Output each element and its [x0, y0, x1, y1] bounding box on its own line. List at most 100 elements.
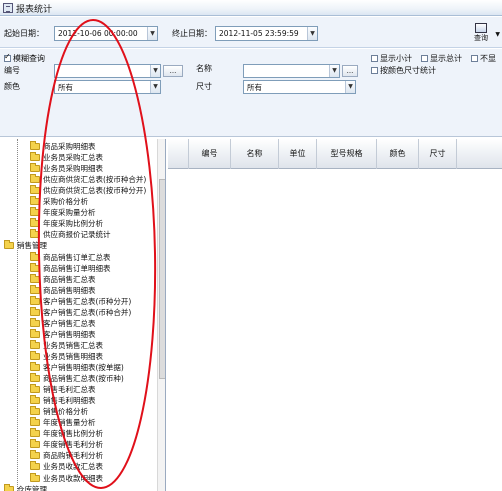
tree-item[interactable]: 供应商供货汇总表(按币种合并) [30, 174, 146, 185]
tree-item[interactable]: 商品购销毛利分析 [30, 450, 103, 461]
folder-icon [30, 417, 40, 427]
code-browse-button[interactable]: ... [163, 65, 183, 77]
tree-item-label: 商品销售明细表 [43, 285, 96, 295]
tree-item[interactable]: 业务员销售汇总表 [30, 339, 103, 351]
tree-item[interactable]: 年度销售毛利分析 [30, 439, 103, 450]
tree-item[interactable]: 客户销售汇总表 [30, 317, 96, 329]
column-header-name[interactable]: 名称 [231, 139, 279, 169]
show-total-option[interactable]: 显示总计 [421, 53, 462, 64]
name-label: 名称 [196, 64, 212, 73]
tree-item[interactable]: 客户销售明细表 [30, 328, 96, 340]
scrollbar-thumb[interactable] [159, 179, 165, 379]
tree-item[interactable]: 业务员采购明细表 [30, 163, 103, 174]
folder-icon [4, 483, 14, 491]
title-bar: 报表统计 [0, 0, 502, 16]
folder-icon [30, 207, 40, 217]
tree-item[interactable]: 商品采购明细表 [30, 141, 96, 152]
report-grid: 编号 名称 单位 型号规格 颜色 尺寸 [168, 139, 502, 491]
hide-option[interactable]: 不显 [471, 53, 496, 64]
tree-group[interactable]: 销售管理 [4, 240, 47, 251]
start-date-picker[interactable]: 2012-10-06 00:00:00 ▼ [54, 26, 158, 41]
tree-item[interactable]: 年度采购量分析 [30, 207, 96, 218]
by-color-size-checkbox[interactable] [371, 67, 378, 74]
show-total-checkbox[interactable] [421, 55, 428, 62]
fuzzy-search-checkbox[interactable] [4, 52, 11, 62]
tree-item-label: 销售价格分析 [43, 407, 88, 417]
tree-item-label: 年度采购量分析 [43, 208, 96, 218]
folder-icon [30, 163, 40, 173]
tree-item[interactable]: 年度销售比例分析 [30, 428, 103, 439]
tree-item[interactable]: 客户销售汇总表(币种合并) [30, 306, 131, 318]
tree-item-label: 商品销售订单明细表 [43, 263, 111, 273]
tree-item-label: 供应商供货汇总表(按币种分开) [43, 186, 147, 196]
query-button[interactable]: 查询 ▼ [466, 23, 500, 46]
folder-icon [30, 284, 40, 294]
tree-group[interactable]: 仓库管理 [4, 483, 47, 491]
tree-item-label: 商品销售汇总表 [43, 274, 96, 284]
tree-item[interactable]: 业务员销售明细表 [30, 350, 103, 362]
tree-item[interactable]: 商品销售订单汇总表 [30, 251, 111, 263]
tree-item-label: 年度采购比例分析 [43, 219, 103, 229]
color-combo[interactable]: 所有 ▼ [54, 80, 161, 94]
tree-item[interactable]: 采购价格分析 [30, 196, 88, 207]
folder-icon [30, 350, 40, 360]
tree-item[interactable]: 销售毛利明细表 [30, 395, 96, 406]
name-browse-button[interactable]: ... [342, 65, 358, 77]
tree-item[interactable]: 商品销售明细表 [30, 284, 96, 296]
chevron-down-icon[interactable]: ▼ [307, 27, 317, 40]
tree-item[interactable]: 供应商供货汇总表(按币种分开) [30, 185, 146, 196]
show-subtotal-checkbox[interactable] [371, 55, 378, 62]
chevron-down-icon[interactable]: ▼ [495, 31, 500, 38]
hide-label: 不显 [480, 54, 496, 63]
tree-item[interactable]: 年度销售量分析 [30, 417, 96, 428]
chevron-down-icon[interactable]: ▼ [150, 65, 160, 77]
folder-icon [30, 295, 40, 305]
folder-icon [30, 185, 40, 195]
tree-item[interactable]: 商品销售汇总表(按币种) [30, 373, 124, 384]
tree-item[interactable]: 客户销售明细表(按单据) [30, 362, 124, 373]
tree-connector [17, 139, 18, 491]
column-header-code[interactable]: 编号 [189, 139, 231, 169]
tree-scrollbar[interactable] [157, 139, 165, 491]
tree-item[interactable]: 商品销售汇总表 [30, 273, 96, 285]
folder-icon [30, 428, 40, 438]
chevron-down-icon[interactable]: ▼ [345, 81, 355, 93]
color-value: 所有 [58, 83, 73, 92]
tree-item[interactable]: 年度采购比例分析 [30, 218, 103, 229]
tree-item[interactable]: 销售价格分析 [30, 406, 88, 417]
chevron-down-icon[interactable]: ▼ [150, 81, 160, 93]
code-combo[interactable]: ▼ [54, 64, 161, 78]
tree-item[interactable]: 业务员收款汇总表 [30, 461, 103, 472]
column-header-size[interactable]: 尺寸 [419, 139, 457, 169]
column-header-color[interactable]: 颜色 [377, 139, 419, 169]
show-total-label: 显示总计 [430, 54, 462, 63]
tree-item[interactable]: 销售毛利汇总表 [30, 384, 96, 395]
size-label: 尺寸 [196, 82, 212, 91]
chevron-down-icon[interactable]: ▼ [147, 27, 157, 40]
folder-icon [30, 174, 40, 184]
folder-icon [30, 196, 40, 206]
tree-item[interactable]: 业务员收款明细表 [30, 472, 103, 484]
row-selector-header[interactable] [168, 139, 189, 169]
name-combo[interactable]: ▼ [243, 64, 340, 78]
query-label: 查询 [474, 34, 488, 42]
by-color-size-option[interactable]: 按颜色尺寸统计 [371, 65, 436, 76]
folder-icon [30, 317, 40, 327]
tree-item-label: 供应商供货汇总表(按币种合并) [43, 175, 147, 185]
tree-item[interactable]: 供应商报价记录统计 [30, 229, 111, 240]
tree-item[interactable]: 客户销售汇总表(币种分开) [30, 295, 131, 307]
tree-item[interactable]: 商品销售订单明细表 [30, 262, 111, 274]
tree-item-label: 客户销售明细表 [43, 329, 96, 339]
column-header-unit[interactable]: 单位 [279, 139, 317, 169]
folder-icon [30, 461, 40, 471]
size-combo[interactable]: 所有 ▼ [243, 80, 356, 94]
chevron-down-icon[interactable]: ▼ [329, 65, 339, 77]
show-subtotal-option[interactable]: 显示小计 [371, 53, 412, 64]
tree-item-label: 销售毛利明细表 [43, 396, 96, 406]
end-date-picker[interactable]: 2012-11-05 23:59:59 ▼ [215, 26, 318, 41]
tree-item[interactable]: 业务员采购汇总表 [30, 152, 103, 163]
fuzzy-search-option[interactable]: 模糊查询 [4, 52, 45, 64]
column-header-model[interactable]: 型号规格 [317, 139, 377, 169]
color-label: 颜色 [4, 82, 20, 91]
hide-checkbox[interactable] [471, 55, 478, 62]
